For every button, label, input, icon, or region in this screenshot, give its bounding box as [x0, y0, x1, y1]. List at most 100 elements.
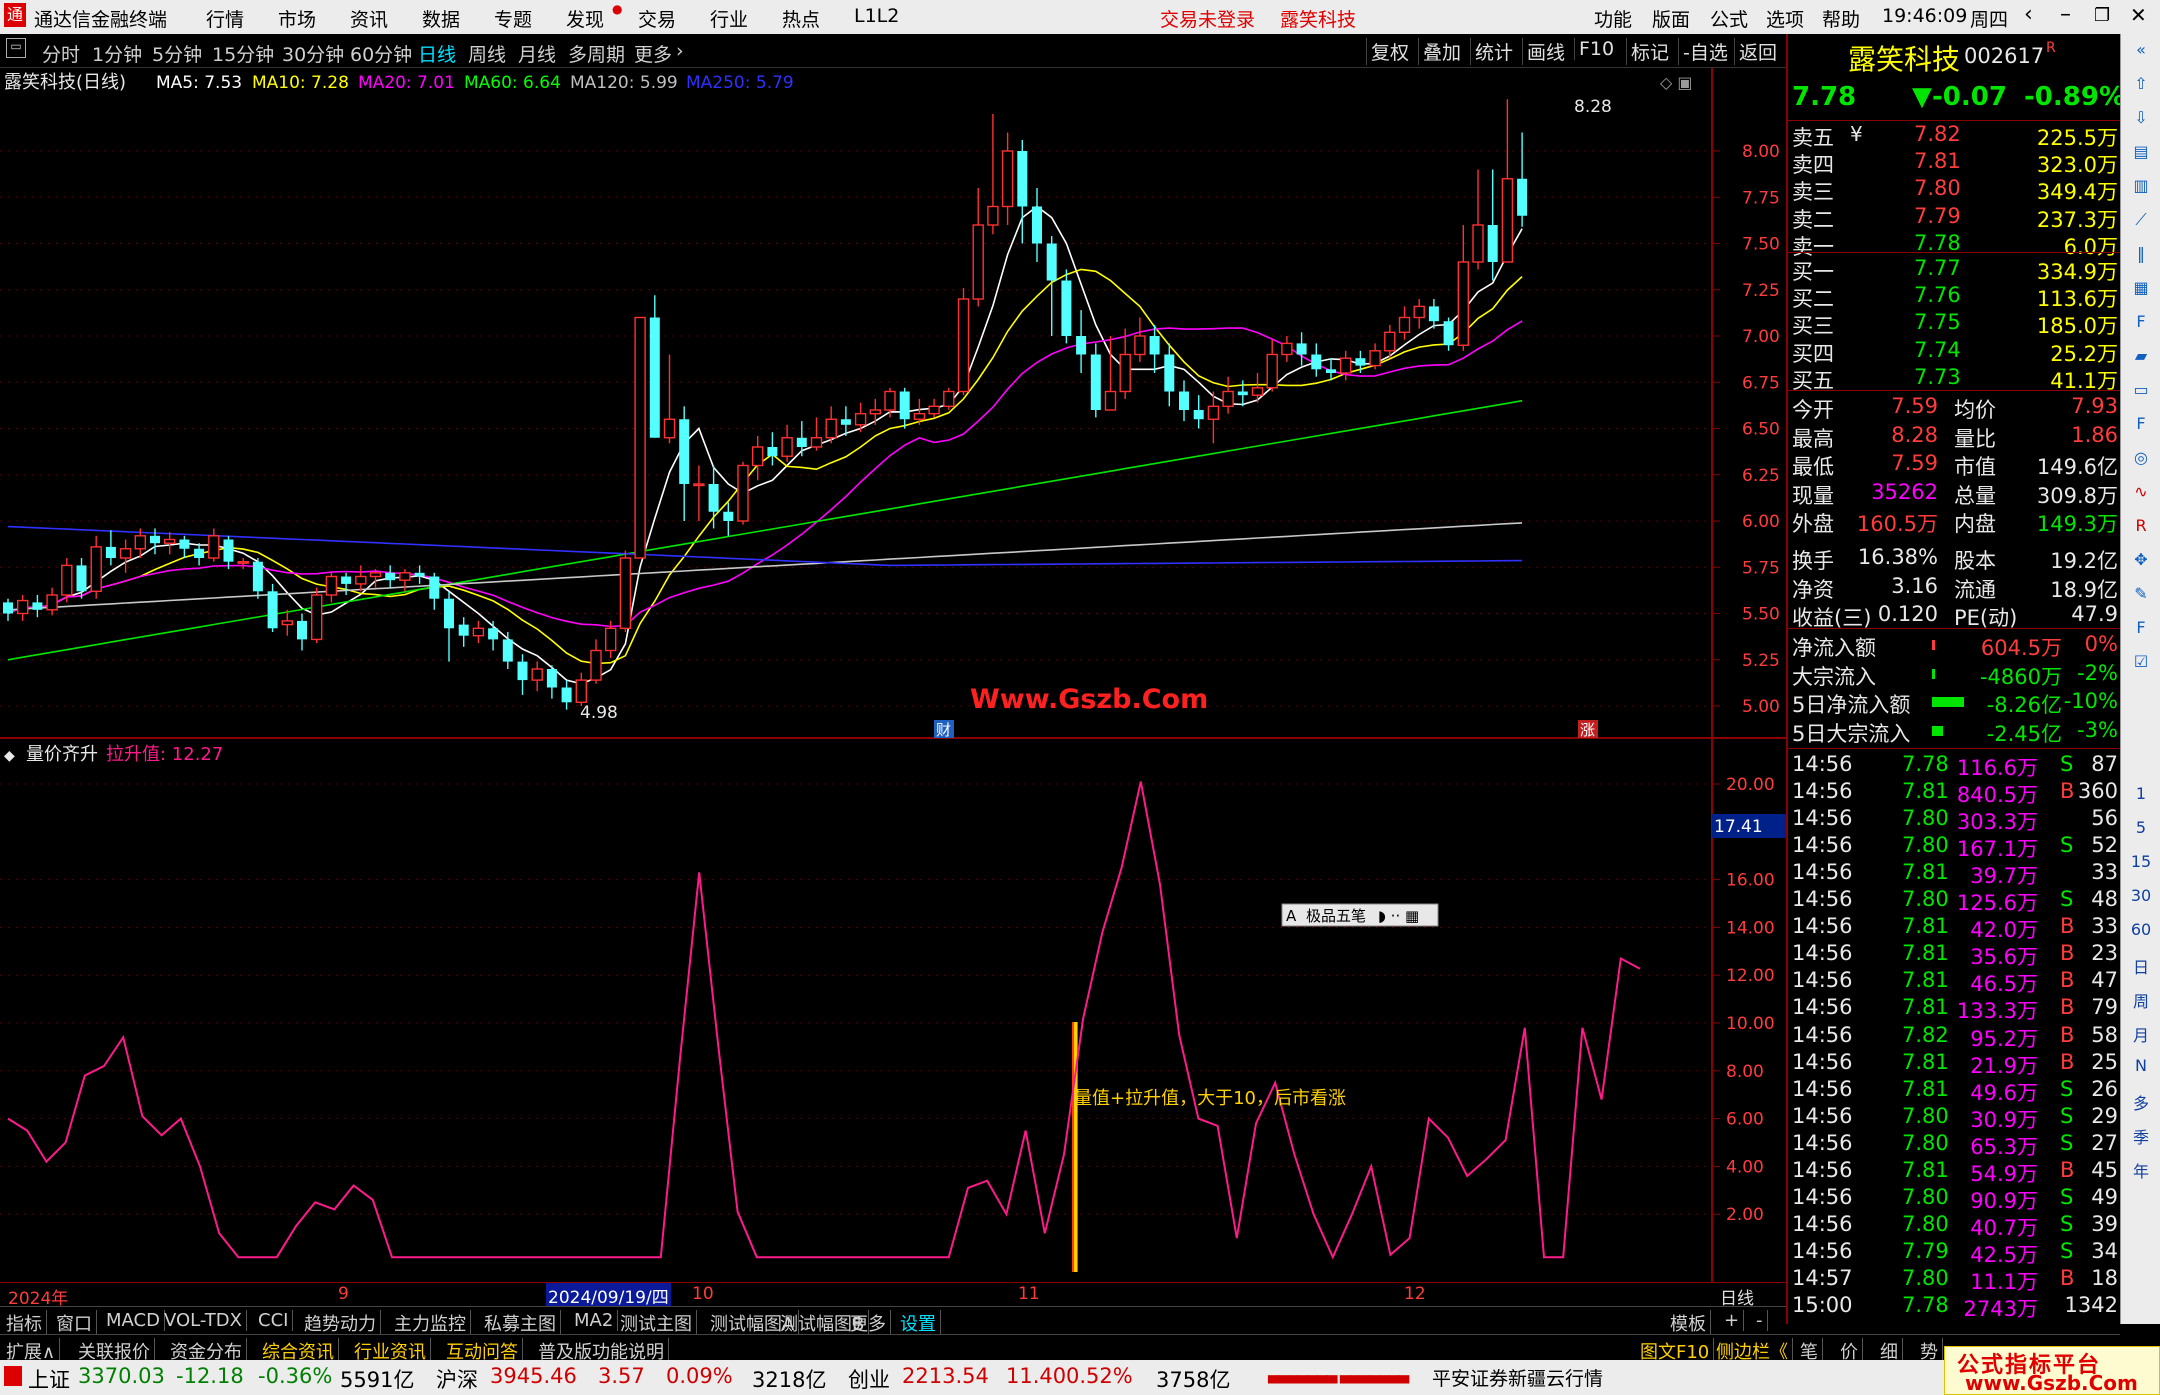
f10-icon[interactable]: F: [2129, 414, 2153, 438]
indicator-tab-7[interactable]: 私募主图: [480, 1310, 561, 1336]
chart-settings-icon[interactable]: ◇ ▣: [1660, 73, 1693, 92]
toolbar-f10[interactable]: F10: [1574, 38, 1618, 60]
checklist-icon[interactable]: ☑: [2129, 652, 2153, 676]
period-30min[interactable]: 30分钟: [282, 40, 344, 67]
period-multi[interactable]: 多周期: [568, 40, 625, 67]
period-5min[interactable]: 5分钟: [152, 40, 202, 67]
menu-l1l2[interactable]: L1L2: [854, 5, 899, 27]
ime-label[interactable]: 极品五笔: [1306, 907, 1366, 925]
sh-label[interactable]: 上证: [28, 1364, 70, 1394]
ime-mode-icon[interactable]: ◗ ·· ▦: [1378, 907, 1419, 925]
toolbar-back[interactable]: 返回: [1734, 38, 1781, 65]
table-icon[interactable]: ▦: [2129, 278, 2153, 302]
sell-row[interactable]: 卖二 7.79 237.3万: [1792, 204, 2118, 232]
rsi-text-icon[interactable]: R: [2129, 516, 2153, 540]
sell-row[interactable]: 卖一 7.78 6.0万: [1792, 231, 2118, 259]
period-60min[interactable]: 60分钟: [350, 40, 412, 67]
period-monthly[interactable]: 月线: [518, 40, 556, 67]
fs-icon[interactable]: F: [2129, 618, 2153, 642]
toolbar-draw[interactable]: 画线: [1522, 38, 1569, 65]
down-arrow-icon[interactable]: ⇩: [2129, 108, 2153, 132]
side-period-5[interactable]: 日: [2127, 954, 2155, 978]
toolbar-adjust[interactable]: 复权: [1366, 38, 1413, 65]
buy-row[interactable]: 买二 7.76 113.6万: [1792, 283, 2118, 311]
chart-icon[interactable]: ▰: [2129, 346, 2153, 370]
side-period-8[interactable]: N: [2127, 1056, 2155, 1075]
target-icon[interactable]: ◎: [2129, 448, 2153, 472]
profile-icon[interactable]: ▭: [2129, 380, 2153, 404]
side-period-6[interactable]: 周: [2127, 988, 2155, 1012]
indicator-tab-8[interactable]: MA2: [570, 1310, 619, 1331]
panel-toggle-icon[interactable]: ▭: [6, 38, 26, 58]
menu-topics[interactable]: 专题: [494, 5, 532, 32]
move-icon[interactable]: ✥: [2129, 550, 2153, 574]
list-icon[interactable]: ▤: [2129, 142, 2153, 166]
sell-row[interactable]: 卖五 7.82 225.5万: [1792, 122, 2118, 150]
period-15min[interactable]: 15分钟: [212, 40, 274, 67]
toolbar-mark[interactable]: 标记: [1626, 38, 1673, 65]
event-finance-icon[interactable]: 财: [936, 721, 951, 739]
event-limitup-icon[interactable]: 涨: [1580, 721, 1595, 739]
toolbar-remove-watch[interactable]: -自选: [1678, 38, 1732, 65]
sell-row[interactable]: 卖三 7.80 349.4万: [1792, 176, 2118, 204]
period-more[interactable]: 更多: [634, 40, 672, 67]
buy-row[interactable]: 买三 7.75 185.0万: [1792, 310, 2118, 338]
restore-icon[interactable]: ❐: [2094, 5, 2110, 26]
side-period-9[interactable]: 多: [2127, 1090, 2155, 1114]
indicator-tab-5[interactable]: 趋势动力: [300, 1310, 381, 1336]
menu-formula[interactable]: 公式: [1710, 5, 1748, 32]
kline-icon[interactable]: ‖: [2129, 244, 2153, 268]
menu-industry[interactable]: 行业: [710, 5, 748, 32]
indicator-tab-9[interactable]: 测试主图: [616, 1310, 697, 1336]
indicator-tab-3[interactable]: VOL-TDX: [160, 1310, 247, 1331]
menu-trade[interactable]: 交易: [638, 5, 676, 32]
side-period-3[interactable]: 30: [2127, 886, 2155, 905]
side-period-7[interactable]: 月: [2127, 1022, 2155, 1046]
side-period-10[interactable]: 季: [2127, 1124, 2155, 1148]
indicator-chart[interactable]: 20.00 16.00 14.00 12.00 10.00 8.00 6.00 4.00 2.0…: [0, 740, 1786, 1286]
hs-label[interactable]: 沪深: [436, 1364, 478, 1394]
menu-help[interactable]: 帮助: [1822, 5, 1860, 32]
cy-label[interactable]: 创业: [848, 1364, 890, 1394]
side-period-2[interactable]: 15: [2127, 852, 2155, 871]
buy-row[interactable]: 买一 7.77 334.9万: [1792, 256, 2118, 284]
menu-hot[interactable]: 热点: [782, 5, 820, 32]
buy-row[interactable]: 买四 7.74 25.2万: [1792, 338, 2118, 366]
close-icon[interactable]: ✕: [2130, 3, 2147, 27]
more-chevron-icon[interactable]: ›: [676, 40, 684, 62]
period-weekly[interactable]: 周线: [468, 40, 506, 67]
indicator-tab-6[interactable]: 主力监控: [390, 1310, 471, 1336]
expand-icon[interactable]: «: [2129, 40, 2153, 64]
login-status[interactable]: 交易未登录: [1160, 5, 1255, 32]
menu-layout[interactable]: 版面: [1652, 5, 1690, 32]
menu-data[interactable]: 数据: [422, 5, 460, 32]
menu-quotes[interactable]: 行情: [206, 5, 244, 32]
rsi-icon[interactable]: ∿: [2129, 482, 2153, 506]
up-arrow-icon[interactable]: ⇧: [2129, 74, 2153, 98]
buy-row[interactable]: 买五 7.73 41.1万: [1792, 365, 2118, 393]
bottom-right-btn-1[interactable]: +: [1720, 1310, 1745, 1331]
menu-news[interactable]: 资讯: [350, 5, 388, 32]
menu-discover[interactable]: 发现: [566, 5, 604, 32]
finance-icon[interactable]: F: [2129, 312, 2153, 336]
line-chart-icon[interactable]: ⟋: [2129, 210, 2153, 234]
kline-chart[interactable]: 8.00 7.75 7.50 7.25 7.00 6.75 6.50 6.25 6.00 5.75…: [0, 68, 1786, 740]
indicator-tab-1[interactable]: 窗口: [52, 1310, 97, 1336]
indicator-tab-12[interactable]: 更多: [846, 1310, 891, 1336]
menu-function[interactable]: 功能: [1594, 5, 1632, 32]
bars-icon[interactable]: ▥: [2129, 176, 2153, 200]
toolbar-overlay[interactable]: 叠加: [1418, 38, 1465, 65]
ime-toolbar[interactable]: A: [1286, 907, 1297, 925]
bottom-right-btn-0[interactable]: 模板: [1666, 1310, 1711, 1336]
period-1min[interactable]: 1分钟: [92, 40, 142, 67]
minimize-icon[interactable]: –: [2060, 2, 2071, 27]
side-period-1[interactable]: 5: [2127, 818, 2155, 837]
bottom-right-btn-2[interactable]: -: [1752, 1310, 1768, 1331]
toolbar-stats[interactable]: 统计: [1470, 38, 1517, 65]
menu-options[interactable]: 选项: [1766, 5, 1804, 32]
back-arrow-icon[interactable]: ‹: [2024, 2, 2033, 27]
side-period-4[interactable]: 60: [2127, 920, 2155, 939]
pencil-icon[interactable]: ✎: [2129, 584, 2153, 608]
indicator-tab-13[interactable]: 设置: [896, 1310, 941, 1336]
menu-market[interactable]: 市场: [278, 5, 316, 32]
